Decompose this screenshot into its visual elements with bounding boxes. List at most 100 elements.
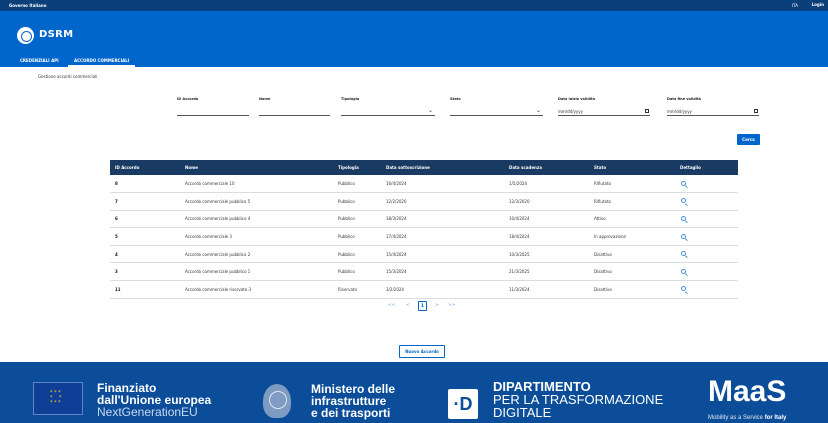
tab-credenziali-api[interactable]: CREDENZIALI API [20, 54, 59, 67]
cell-dettaglio [675, 245, 738, 263]
page-1-button[interactable]: 1 [418, 301, 427, 311]
cell-tipologia: Pubblico [338, 234, 355, 240]
cell-sottoscrizione: 12/2/2020 [386, 198, 407, 204]
cell-scadenza: 21/3/2025 [509, 269, 530, 275]
cell-stato: Rifiutato [594, 198, 611, 204]
cell-stato: Disattivo [594, 286, 612, 292]
new-agreement-button[interactable]: Nuovo Accordo [399, 345, 445, 358]
nome-input[interactable] [259, 107, 330, 116]
language-selector[interactable]: ITA [792, 3, 798, 8]
next-page-button[interactable]: > [435, 303, 439, 308]
cell-stato: In approvazione [594, 234, 626, 240]
filter-label: Nome [259, 97, 271, 101]
cell-id: 6 [115, 216, 118, 222]
date-placeholder: mm/dd/yyyy [667, 109, 693, 114]
cell-nome: Accordo commerciale pubblico 5 [185, 198, 251, 204]
cell-dettaglio [675, 281, 738, 299]
department-logo-icon: ·D [448, 389, 478, 419]
data-inizio-input[interactable]: mm/dd/yyyy [558, 107, 650, 116]
tab-accordo-commerciali[interactable]: ACCORDO COMMERCIALI [68, 54, 136, 67]
republic-emblem-icon [17, 27, 34, 44]
page-title: Gestione accordi commerciali [38, 74, 98, 79]
login-link[interactable]: Login [812, 2, 824, 7]
first-page-button[interactable]: << [388, 303, 396, 308]
eu-funding-text: Finanziato dall'Unione europea NextGener… [97, 382, 211, 418]
search-button[interactable]: Cerca [737, 134, 760, 145]
department-line: DIGITALE [493, 405, 552, 420]
filter-data-fine: Data fine validità mm/dd/yyyy [667, 97, 759, 116]
search-icon[interactable] [681, 268, 686, 274]
eu-flag-icon [33, 382, 83, 415]
calendar-icon[interactable] [754, 109, 758, 113]
column-header-tipologia[interactable]: Tipologia [333, 160, 381, 175]
app-name: DSRM [39, 29, 74, 40]
filter-label: Data fine validità [667, 97, 701, 101]
cell-sottoscrizione: 15/3/2024 [386, 269, 407, 275]
maas-tagline-bold: for Italy [764, 415, 787, 421]
cell-id: 5 [115, 234, 118, 240]
column-header-stato[interactable]: Stato [589, 160, 675, 175]
accordi-table: ID Accordo Nome Tipologia Data sottoscri… [110, 160, 738, 299]
column-header-id[interactable]: ID Accordo [110, 160, 180, 175]
cell-tipologia: Pubblico [338, 251, 355, 257]
table-row: 6 Accordo commerciale pubblico 4 Pubblic… [110, 210, 738, 228]
table-row: 5 Accordo commerciale 3 Pubblico 17/4/20… [110, 228, 738, 246]
table-row: 3 Accordo commerciale pubblico 1 Pubblic… [110, 263, 738, 281]
date-placeholder: mm/dd/yyyy [558, 109, 584, 114]
cell-sottoscrizione: 3/2/2024 [386, 286, 404, 292]
table-header-row: ID Accordo Nome Tipologia Data sottoscri… [110, 160, 738, 175]
prev-page-button[interactable]: < [406, 303, 410, 308]
cell-scadenza: 10/4/2024 [509, 216, 530, 222]
cell-scadenza: 18/4/2024 [509, 234, 530, 240]
cell-dettaglio [675, 263, 738, 281]
cell-dettaglio [675, 228, 738, 246]
search-icon[interactable] [681, 180, 686, 186]
cell-sottoscrizione: 16/4/2024 [386, 181, 407, 187]
cell-stato: Attivo [594, 216, 606, 222]
cell-id: 4 [115, 251, 118, 257]
cell-stato: Disattivo [594, 251, 612, 257]
search-icon[interactable] [681, 233, 686, 239]
column-header-dettaglio: Dettaglio [680, 165, 701, 170]
organization-link[interactable]: Governo Italiano [9, 3, 46, 8]
ministry-emblem-icon [263, 384, 291, 418]
cell-id: 3 [115, 269, 118, 275]
table-row: 8 Accordo commerciale 10 Pubblico 16/4/2… [110, 175, 738, 193]
filter-label: Stato [450, 97, 461, 101]
stato-select[interactable]: ⌄ [450, 107, 543, 116]
cell-nome: Accordo commerciale 3 [185, 234, 232, 240]
column-header-data-scadenza[interactable]: Data scadenza [504, 160, 589, 175]
id-accordo-input[interactable] [177, 107, 249, 116]
cell-scadenza: 1/5/2024 [509, 181, 527, 187]
cell-tipologia: Pubblico [338, 181, 355, 187]
table-row: 4 Accordo commerciale pubblico 2 Pubblic… [110, 245, 738, 263]
filter-label: Tipologia [341, 97, 360, 101]
filter-tipologia: Tipologia ⌄ [341, 97, 435, 116]
calendar-icon[interactable] [645, 109, 649, 113]
filter-id-accordo: ID Accordo [177, 97, 249, 116]
table-row: 7 Accordo commerciale pubblico 5 Pubblic… [110, 193, 738, 211]
cell-tipologia: Pubblico [338, 269, 355, 275]
data-fine-input[interactable]: mm/dd/yyyy [667, 107, 759, 116]
cell-tipologia: Riservato [338, 286, 357, 292]
column-header-data-sottoscrizione[interactable]: Data sottoscrizione [381, 160, 504, 175]
tipologia-select[interactable]: ⌄ [341, 107, 435, 116]
last-page-button[interactable]: >> [448, 303, 456, 308]
filter-label: ID Accordo [177, 97, 199, 101]
cell-nome: Accordo commerciale pubblico 2 [185, 251, 251, 257]
filter-data-inizio: Data inizio validità mm/dd/yyyy [558, 97, 650, 116]
maas-logo: MaaS [708, 375, 787, 408]
column-header-nome[interactable]: Nome [180, 160, 333, 175]
search-icon[interactable] [681, 198, 686, 204]
top-bar: Governo Italiano ITA Login [0, 0, 828, 11]
table-row: 11 Accordo commerciale riservato 3 Riser… [110, 281, 738, 299]
cell-id: 8 [115, 181, 118, 187]
cell-id: 7 [115, 198, 118, 204]
cell-nome: Accordo commerciale 10 [185, 181, 235, 187]
search-icon[interactable] [681, 286, 686, 292]
search-icon[interactable] [681, 251, 686, 257]
search-icon[interactable] [681, 215, 686, 221]
cell-sottoscrizione: 17/4/2024 [386, 234, 407, 240]
chevron-down-icon: ⌄ [427, 107, 433, 114]
app-header: DSRM CREDENZIALI API ACCORDO COMMERCIALI [0, 11, 828, 67]
